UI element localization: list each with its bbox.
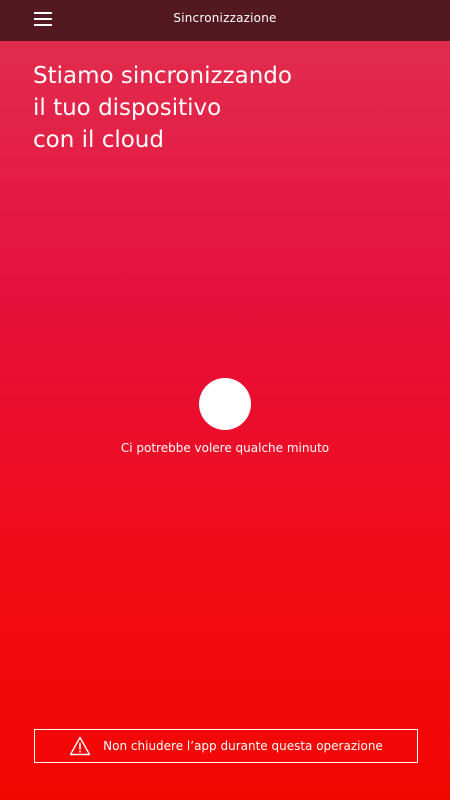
sync-headline: Stiamo sincronizzando il tuo dispositivo… [33,60,423,156]
warning-triangle-icon [69,736,91,756]
headline-line-2: il tuo dispositivo [33,95,222,121]
page-title: Sincronizzazione [173,11,277,25]
warning-text: Non chiudere l’app durante questa operaz… [103,739,383,753]
headline-line-1: Stiamo sincronizzando [33,63,292,89]
headline-line-3: con il cloud [33,127,164,153]
status-text: Ci potrebbe volere qualche minuto [120,441,330,455]
sync-screen: Sincronizzazione Stiamo sincronizzando i… [0,0,450,800]
loading-spinner [199,378,251,430]
warning-banner: Non chiudere l’app durante questa operaz… [34,729,418,763]
top-app-bar: Sincronizzazione [0,0,450,41]
